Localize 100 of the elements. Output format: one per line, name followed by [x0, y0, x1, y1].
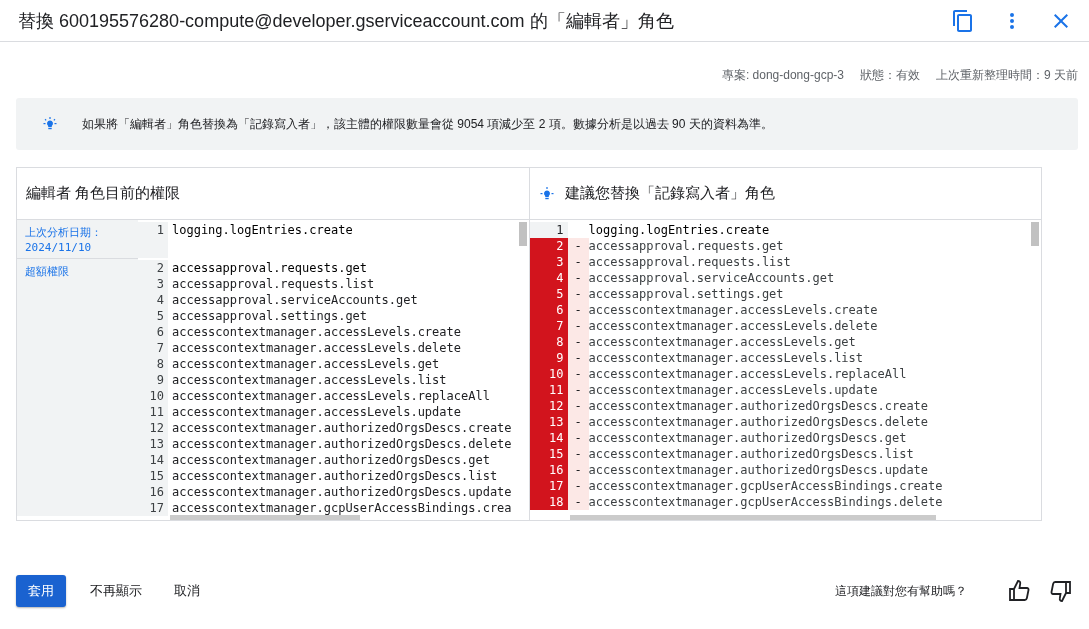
- removed-marker: -: [574, 335, 582, 349]
- analysis-date: 2024/11/10: [25, 240, 92, 256]
- line-number: 14: [138, 452, 168, 468]
- line-number: 16: [138, 484, 168, 500]
- removed-marker: -: [574, 479, 582, 493]
- permission-text: accesscontextmanager.accessLevels.list: [588, 350, 864, 366]
- line-number: 3: [138, 276, 168, 292]
- action-button[interactable]: 套用: [16, 575, 66, 607]
- permission-text: accesscontextmanager.accessLevels.delete: [171, 340, 461, 356]
- permission-text: accesscontextmanager.authorizedOrgsDescs.get: [171, 452, 490, 468]
- removed-marker: -: [574, 319, 582, 333]
- action-button[interactable]: 不再顯示: [78, 575, 154, 607]
- permission-text: accessapproval.serviceAccounts.get: [171, 292, 418, 308]
- line-number: 4: [138, 292, 168, 308]
- line-number: 2: [529, 238, 568, 254]
- line-number: 14: [529, 430, 568, 446]
- removed-marker: -: [574, 431, 582, 445]
- permission-text: accesscontextmanager.accessLevels.create: [588, 302, 878, 318]
- group-label: 超額權限: [25, 264, 69, 279]
- scrollbar-thumb[interactable]: [518, 222, 527, 246]
- permission-text: accesscontextmanager.authorizedOrgsDescs.update: [588, 462, 929, 478]
- permission-text: accessapproval.requests.list: [171, 276, 375, 292]
- permission-text: accesscontextmanager.gcpUserAccessBindings.create: [588, 478, 943, 494]
- permission-text: accesscontextmanager.authorizedOrgsDescs.list: [171, 468, 498, 484]
- line-number: 17: [138, 500, 168, 516]
- line-number: 12: [529, 398, 568, 414]
- line-number: 12: [138, 420, 168, 436]
- permission-text: accessapproval.requests.list: [588, 254, 791, 270]
- removed-marker: -: [574, 399, 582, 413]
- permission-text: accesscontextmanager.authorizedOrgsDescs.delete: [588, 414, 929, 430]
- permission-text: accesscontextmanager.accessLevels.replaceAll: [171, 388, 490, 404]
- removed-marker: -: [574, 367, 582, 381]
- line-number: 15: [138, 468, 168, 484]
- lightbulb-icon: [42, 116, 58, 132]
- permission-text: accesscontextmanager.authorizedOrgsDescs.get: [588, 430, 907, 446]
- scrollbar-thumb[interactable]: [569, 515, 936, 520]
- thumbs-up-icon[interactable]: [1007, 579, 1031, 603]
- dialog-title: 替換 600195576280-compute@developer.gserviceaccount.com 的「編輯者」角色: [18, 9, 675, 33]
- panel-title: 編輯者 角色目前的權限: [26, 184, 181, 203]
- permission-text: accesscontextmanager.authorizedOrgsDescs.list: [588, 446, 914, 462]
- removed-marker: -: [574, 447, 582, 461]
- line-number: 8: [138, 356, 168, 372]
- line-number: 16: [529, 462, 568, 478]
- scrollbar-thumb[interactable]: [170, 515, 360, 520]
- line-number: 4: [529, 270, 568, 286]
- permission-text: accesscontextmanager.authorizedOrgsDescs.create: [171, 420, 512, 436]
- line-number: 9: [529, 350, 568, 366]
- meta-text: 專案: dong-dong-gcp-3: [721, 67, 844, 84]
- removed-marker: -: [574, 415, 582, 429]
- permission-text: accessapproval.serviceAccounts.get: [588, 270, 835, 286]
- line-number: 13: [138, 436, 168, 452]
- permission-text: accessapproval.requests.get: [171, 260, 368, 276]
- removed-marker: -: [574, 239, 582, 253]
- action-button[interactable]: 取消: [162, 575, 212, 607]
- panel-title: 建議您替換「記錄寫入者」角色: [564, 184, 775, 203]
- lightbulb-icon: [538, 185, 555, 202]
- permission-text: accesscontextmanager.accessLevels.replaceAll: [588, 366, 907, 382]
- permission-text: logging.logEntries.create: [588, 222, 770, 238]
- permission-text: accesscontextmanager.accessLevels.delete: [588, 318, 878, 334]
- permission-text: accessapproval.settings.get: [171, 308, 368, 324]
- permission-text: accesscontextmanager.authorizedOrgsDescs.create: [588, 398, 929, 414]
- removed-marker: -: [574, 495, 582, 509]
- line-number: 7: [138, 340, 168, 356]
- meta-text: 狀態：有效: [860, 67, 920, 84]
- line-number: 18: [529, 494, 568, 510]
- line-number: 13: [529, 414, 568, 430]
- permission-text: accesscontextmanager.authorizedOrgsDescs.update: [171, 484, 512, 500]
- removed-marker: -: [574, 463, 582, 477]
- removed-marker: -: [574, 271, 582, 285]
- line-number: 3: [529, 254, 568, 270]
- line-number: 2: [138, 260, 168, 276]
- line-number: 8: [529, 334, 568, 350]
- permission-text: accesscontextmanager.gcpUserAccessBindings.crea: [171, 500, 512, 516]
- permission-text: accesscontextmanager.authorizedOrgsDescs.delete: [171, 436, 512, 452]
- permission-text: accesscontextmanager.accessLevels.update: [588, 382, 878, 398]
- line-number: 5: [138, 308, 168, 324]
- line-number: 10: [529, 366, 568, 382]
- line-number: 1: [529, 222, 568, 238]
- line-number: 11: [138, 404, 168, 420]
- line-number: 6: [138, 324, 168, 340]
- line-number: 10: [138, 388, 168, 404]
- removed-marker: -: [574, 255, 582, 269]
- thumbs-down-icon[interactable]: [1049, 579, 1073, 603]
- scrollbar-thumb[interactable]: [1031, 222, 1039, 246]
- line-number: 7: [529, 318, 568, 334]
- permission-text: accesscontextmanager.accessLevels.update: [171, 404, 461, 420]
- removed-marker: -: [574, 351, 582, 365]
- permission-text: accesscontextmanager.accessLevels.get: [588, 334, 856, 350]
- permission-text: accessapproval.settings.get: [588, 286, 784, 302]
- permission-text: accesscontextmanager.accessLevels.get: [171, 356, 440, 372]
- permission-text: accesscontextmanager.accessLevels.create: [171, 324, 461, 340]
- permission-text: accesscontextmanager.gcpUserAccessBindings.delete: [588, 494, 943, 510]
- line-number: 17: [529, 478, 568, 494]
- line-number: 9: [138, 372, 168, 388]
- line-number: 11: [529, 382, 568, 398]
- line-number: 1: [138, 222, 168, 258]
- copy-icon[interactable]: [951, 8, 975, 33]
- removed-marker: -: [574, 383, 582, 397]
- meta-text: 上次重新整理時間：9 天前: [936, 67, 1078, 84]
- line-number: 6: [529, 302, 568, 318]
